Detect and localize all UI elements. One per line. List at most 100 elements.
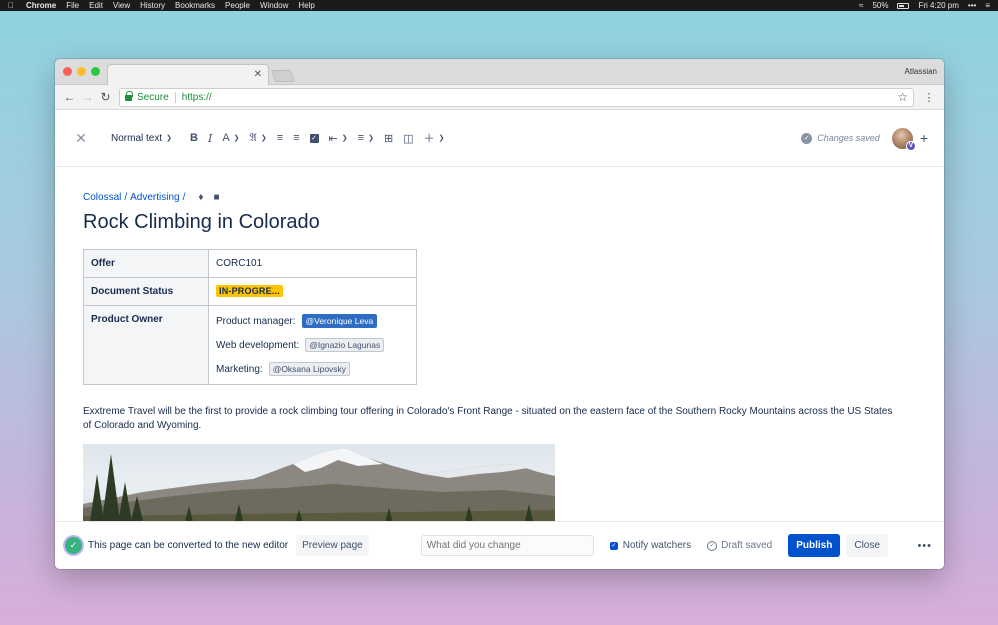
draft-label: Draft saved (721, 540, 773, 551)
window-controls (63, 67, 100, 76)
address-bar: ← → ↻ Secure https:// ☆ ⋮ (55, 85, 944, 110)
menu-window[interactable]: Window (260, 1, 288, 10)
avatar[interactable]: V (891, 127, 916, 151)
owner-role: Marketing: (216, 363, 263, 375)
more-formatting-button[interactable]: 𝔄 ❯ (250, 132, 267, 145)
chevron-down-icon: ❯ (260, 135, 267, 142)
table-row: Offer CORC101 (83, 249, 417, 278)
plus-icon: ＋ (423, 133, 435, 145)
status-cell[interactable]: IN-PROGRE... (208, 277, 417, 306)
italic-button[interactable]: I (208, 132, 212, 145)
avatar-badge: V (905, 140, 916, 151)
action-item-button[interactable]: ✓ (309, 133, 319, 143)
bookmark-star-icon[interactable]: ☆ (897, 90, 908, 104)
apple-icon[interactable]:  (8, 1, 14, 10)
profile-name[interactable]: Atlassian (905, 67, 937, 76)
indent-button[interactable]: ⇤ ❯ (329, 132, 348, 145)
more-icon[interactable]: ••• (968, 1, 976, 10)
status-label[interactable]: Document Status (83, 277, 209, 306)
chevron-down-icon: ❯ (368, 135, 374, 142)
owner-role: Web development: (216, 339, 300, 351)
owner-label[interactable]: Product Owner (83, 305, 209, 385)
menu-history[interactable]: History (140, 1, 165, 10)
battery-icon[interactable] (897, 2, 910, 9)
publish-button[interactable]: Publish (788, 534, 841, 557)
secure-label: Secure (137, 91, 169, 103)
menu-app[interactable]: Chrome (26, 1, 56, 10)
convert-message: This page can be converted to the new ed… (88, 540, 289, 551)
insert-button[interactable]: ＋ ❯ (424, 130, 445, 146)
chevron-down-icon: ❯ (341, 135, 348, 142)
change-comment-input[interactable] (420, 535, 594, 556)
page-properties-table: Offer CORC101 Document Status IN-PROGRE.… (83, 249, 417, 385)
url-input[interactable]: Secure https:// ☆ (119, 87, 914, 107)
invite-plus-icon[interactable]: + (920, 130, 928, 146)
save-status: Changes saved (817, 133, 880, 143)
clock[interactable]: Fri 4:20 pm (918, 1, 958, 10)
breadcrumb-colossal[interactable]: Colossal (83, 192, 121, 203)
editor-toolbar: ✕ Normal text ❯ B I A ❯ 𝔄 ❯ ≡ ≡ ✓ ⇤ ❯ ≡ … (55, 110, 944, 167)
offer-label[interactable]: Offer (83, 249, 209, 278)
formatting-icon: 𝔄 (249, 131, 257, 144)
owner-role: Product manager: (216, 315, 296, 327)
zoom-window-button[interactable] (91, 67, 100, 76)
editor-footer: ✓ This page can be converted to the new … (55, 521, 944, 569)
align-button[interactable]: ≡ ❯ (358, 132, 374, 144)
reload-icon[interactable]: ↻ (97, 90, 114, 104)
mountain-image[interactable] (83, 444, 555, 529)
text-color-button[interactable]: A ❯ (222, 132, 239, 144)
new-tab-button[interactable] (270, 70, 296, 82)
layout-icon[interactable]: ◫ (403, 132, 413, 145)
status-area: ≈ 50% Fri 4:20 pm ••• ≡ (859, 1, 990, 10)
back-arrow-icon[interactable]: ← (61, 90, 78, 104)
table-icon[interactable]: ⊞ (384, 132, 393, 145)
lock-icon (125, 91, 133, 101)
page-title[interactable]: Rock Climbing in Colorado (83, 211, 913, 234)
close-window-button[interactable] (63, 67, 72, 76)
wifi-icon[interactable]: ≈ (859, 1, 863, 10)
draft-status: ✓ Draft saved (707, 540, 772, 551)
menu-help[interactable]: Help (298, 1, 314, 10)
check-circle-icon[interactable]: ✓ (65, 537, 82, 554)
menu-view[interactable]: View (113, 1, 130, 10)
owner-line: Marketing: @Oksana Lipovsky (216, 362, 409, 376)
table-row: Document Status IN-PROGRE... (83, 277, 417, 306)
menu-edit[interactable]: Edit (89, 1, 103, 10)
close-button[interactable]: Close (846, 534, 888, 557)
more-options-icon[interactable]: ••• (917, 540, 932, 552)
preview-button[interactable]: Preview page (296, 535, 369, 556)
forward-arrow-icon[interactable]: → (79, 90, 96, 104)
owner-line: Product manager: @Veronique Leva (216, 314, 409, 328)
browser-tab[interactable]: ✕ (107, 64, 269, 85)
bullet-list-icon[interactable]: ≡ (293, 132, 299, 144)
table-row: Product Owner Product manager: @Veroniqu… (83, 305, 417, 385)
close-tab-icon[interactable]: ✕ (254, 69, 262, 80)
mention-veronique[interactable]: @Veronique Leva (301, 314, 378, 328)
status-badge[interactable]: IN-PROGRE... (216, 285, 283, 297)
bold-button[interactable]: B (190, 132, 198, 144)
minimize-window-button[interactable] (77, 67, 86, 76)
list-icon[interactable]: ≡ (985, 1, 990, 10)
lock-icon[interactable]: ■ (214, 192, 220, 203)
menu-file[interactable]: File (66, 1, 79, 10)
menu-bookmarks[interactable]: Bookmarks (175, 1, 215, 10)
mention-ignazio[interactable]: @Ignazio Lagunas (305, 338, 385, 352)
browser-menu-icon[interactable]: ⋮ (920, 91, 938, 104)
numbered-list-icon[interactable]: ≡ (277, 132, 283, 144)
body-paragraph[interactable]: Exxtreme Travel will be the first to pro… (83, 405, 903, 433)
os-menubar:  Chrome File Edit View History Bookmark… (0, 0, 998, 11)
text-style-dropdown[interactable]: Normal text ❯ (111, 133, 172, 144)
tag-icon[interactable]: ♦ (198, 192, 203, 203)
owner-cell[interactable]: Product manager: @Veronique Leva Web dev… (208, 305, 417, 385)
menu-people[interactable]: People (225, 1, 250, 10)
checkbox-checked-icon: ✓ (609, 541, 618, 550)
confluence-logo-icon[interactable]: ✕ (73, 130, 89, 146)
browser-titlebar: ✕ Atlassian (55, 59, 944, 85)
mention-oksana[interactable]: @Oksana Lipovsky (268, 362, 351, 376)
notify-watchers-checkbox[interactable]: ✓ Notify watchers (609, 540, 691, 551)
align-left-icon: ≡ (357, 132, 365, 144)
chevron-down-icon: ❯ (233, 135, 240, 142)
breadcrumb-advertising[interactable]: Advertising (130, 192, 179, 203)
offer-value[interactable]: CORC101 (208, 249, 417, 278)
mountain-illustration (83, 448, 555, 529)
